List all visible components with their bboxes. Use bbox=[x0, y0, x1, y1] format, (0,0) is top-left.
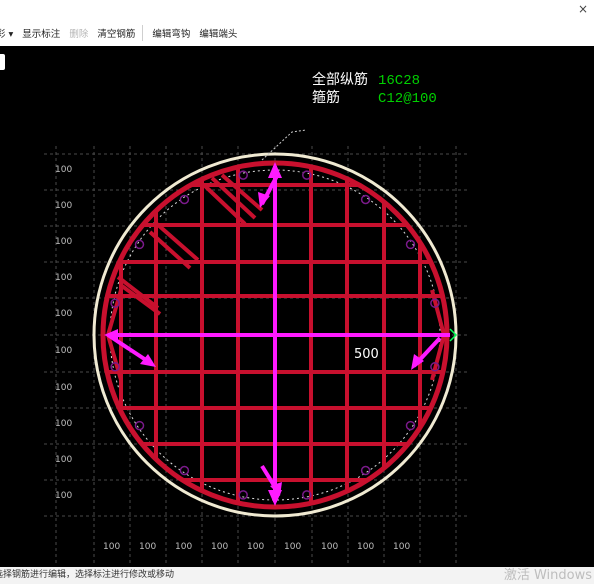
activation-watermark: 激活 Windows bbox=[503, 568, 592, 583]
close-icon[interactable]: × bbox=[578, 2, 588, 16]
stirrup-hook bbox=[116, 275, 160, 310]
grid-label-left: 100 bbox=[55, 201, 72, 211]
stirrup-value[interactable]: C12@100 bbox=[378, 91, 437, 107]
grid-label-bottom: 100 bbox=[103, 542, 120, 552]
status-hint: 选择钢筋进行编辑，选择标注进行修改或移动 bbox=[0, 570, 175, 580]
grid-label-bottom: 100 bbox=[357, 542, 374, 552]
longitudinal-bar bbox=[134, 420, 145, 431]
longitudinal-bar bbox=[134, 239, 145, 250]
diameter-dimension-text[interactable]: 500 bbox=[354, 347, 379, 362]
longitudinal-bar bbox=[179, 465, 190, 476]
grid-label-left: 100 bbox=[55, 346, 72, 356]
stirrup-label[interactable]: 箍筋 bbox=[312, 89, 340, 106]
grid-label-left: 100 bbox=[55, 273, 72, 283]
grid-label-left: 100 bbox=[55, 309, 72, 319]
grid-label-left: 100 bbox=[55, 165, 72, 175]
grid-label-bottom: 100 bbox=[139, 542, 156, 552]
title-bar: × bbox=[0, 0, 594, 20]
longitudinal-value[interactable]: 16C28 bbox=[378, 73, 420, 89]
toolbar-item-edit-end[interactable]: 编辑端头 bbox=[199, 26, 237, 40]
longitudinal-bar bbox=[238, 490, 248, 500]
toolbar-item-color-dropdown[interactable]: 彩 ▾ bbox=[0, 26, 13, 40]
grid-label-left: 100 bbox=[55, 455, 72, 465]
grid-label-bottom: 100 bbox=[393, 542, 410, 552]
grid-label-bottom: 100 bbox=[211, 542, 228, 552]
longitudinal-bar bbox=[238, 170, 248, 180]
toolbar: 彩 ▾ 显示标注 删除 清空钢筋 编辑弯钩 编辑端头 bbox=[0, 20, 594, 47]
longitudinal-bar bbox=[360, 465, 371, 476]
grid-label-left: 100 bbox=[55, 419, 72, 429]
section-drawing[interactable]: 100 100 100 100 100 100 100 100 100 100 100 100 100 1… bbox=[0, 46, 594, 567]
grid-label-left: 100 bbox=[55, 383, 72, 393]
grid-label-left: 100 bbox=[55, 237, 72, 247]
grid-label-bottom: 100 bbox=[284, 542, 301, 552]
grid-label-left: 100 bbox=[55, 491, 72, 501]
grid-label-bottom: 100 bbox=[321, 542, 338, 552]
toolbar-item-delete[interactable]: 删除 bbox=[69, 26, 88, 40]
drawing-canvas[interactable]: 100 100 100 100 100 100 100 100 100 100 100 100 100 1… bbox=[0, 46, 594, 567]
grid-label-bottom: 100 bbox=[247, 542, 264, 552]
toolbar-item-show-annotation[interactable]: 显示标注 bbox=[22, 26, 60, 40]
toolbar-item-clear-rebar[interactable]: 清空钢筋 bbox=[97, 26, 135, 40]
toolbar-item-edit-hook[interactable]: 编辑弯钩 bbox=[152, 26, 190, 40]
grid-label-bottom: 100 bbox=[175, 542, 192, 552]
longitudinal-label[interactable]: 全部纵筋 bbox=[312, 71, 368, 88]
toolbar-separator bbox=[142, 25, 144, 41]
